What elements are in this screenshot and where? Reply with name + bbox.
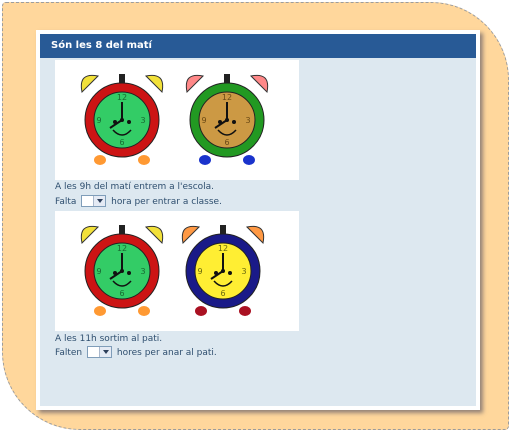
question-1: Falta hora per entrar a classe. [55,194,222,209]
svg-text:9: 9 [201,116,206,125]
statement-1: A les 9h del matí entrem a l'escola. [55,182,215,192]
question-1-prefix: Falta [55,197,77,207]
svg-text:12: 12 [117,93,127,102]
activity-panel: Són les 8 del matí 12 3 6 9 12 3 6 9 A les 9h d… [36,30,480,410]
svg-text:9: 9 [197,267,202,276]
svg-text:9: 9 [96,267,101,276]
statement-2: A les 11h sortim al pati. [55,334,163,344]
clocks-illustration-1: 12 3 6 9 12 3 6 9 [80,74,269,165]
blue-clock-icon: 12 3 6 9 [181,225,265,316]
svg-text:12: 12 [218,244,228,253]
svg-text:3: 3 [140,116,145,125]
activity-panel-body: Són les 8 del matí 12 3 6 9 12 3 6 9 A les 9h d… [40,34,476,406]
question-2-prefix: Falten [55,348,83,358]
red-clock-icon: 12 3 6 9 [80,74,164,165]
clocks-image-1: 12 3 6 9 12 3 6 9 [55,60,299,180]
svg-text:6: 6 [220,289,225,298]
green-clock-icon: 12 3 6 9 [185,74,269,165]
svg-text:6: 6 [119,138,124,147]
answer-1-select[interactable] [81,194,107,207]
svg-text:3: 3 [245,116,250,125]
answer-2-select[interactable] [87,345,113,358]
clocks-image-2: 12 3 6 9 12 3 6 9 [55,211,299,331]
question-2: Falten hores per anar al pati. [55,345,217,360]
svg-text:6: 6 [224,138,229,147]
question-2-suffix: hores per anar al pati. [116,348,217,358]
svg-text:12: 12 [222,93,232,102]
chevron-down-icon[interactable] [99,346,112,357]
svg-text:3: 3 [140,267,145,276]
red-clock-icon: 12 3 6 9 [80,225,164,316]
chevron-down-icon[interactable] [93,195,106,206]
svg-text:12: 12 [117,244,127,253]
svg-text:3: 3 [241,267,246,276]
panel-title: Són les 8 del matí [40,34,476,58]
question-1-suffix: hora per entrar a classe. [111,197,222,207]
clocks-illustration-2: 12 3 6 9 12 3 6 9 [80,225,265,316]
svg-text:6: 6 [119,289,124,298]
svg-text:9: 9 [96,116,101,125]
